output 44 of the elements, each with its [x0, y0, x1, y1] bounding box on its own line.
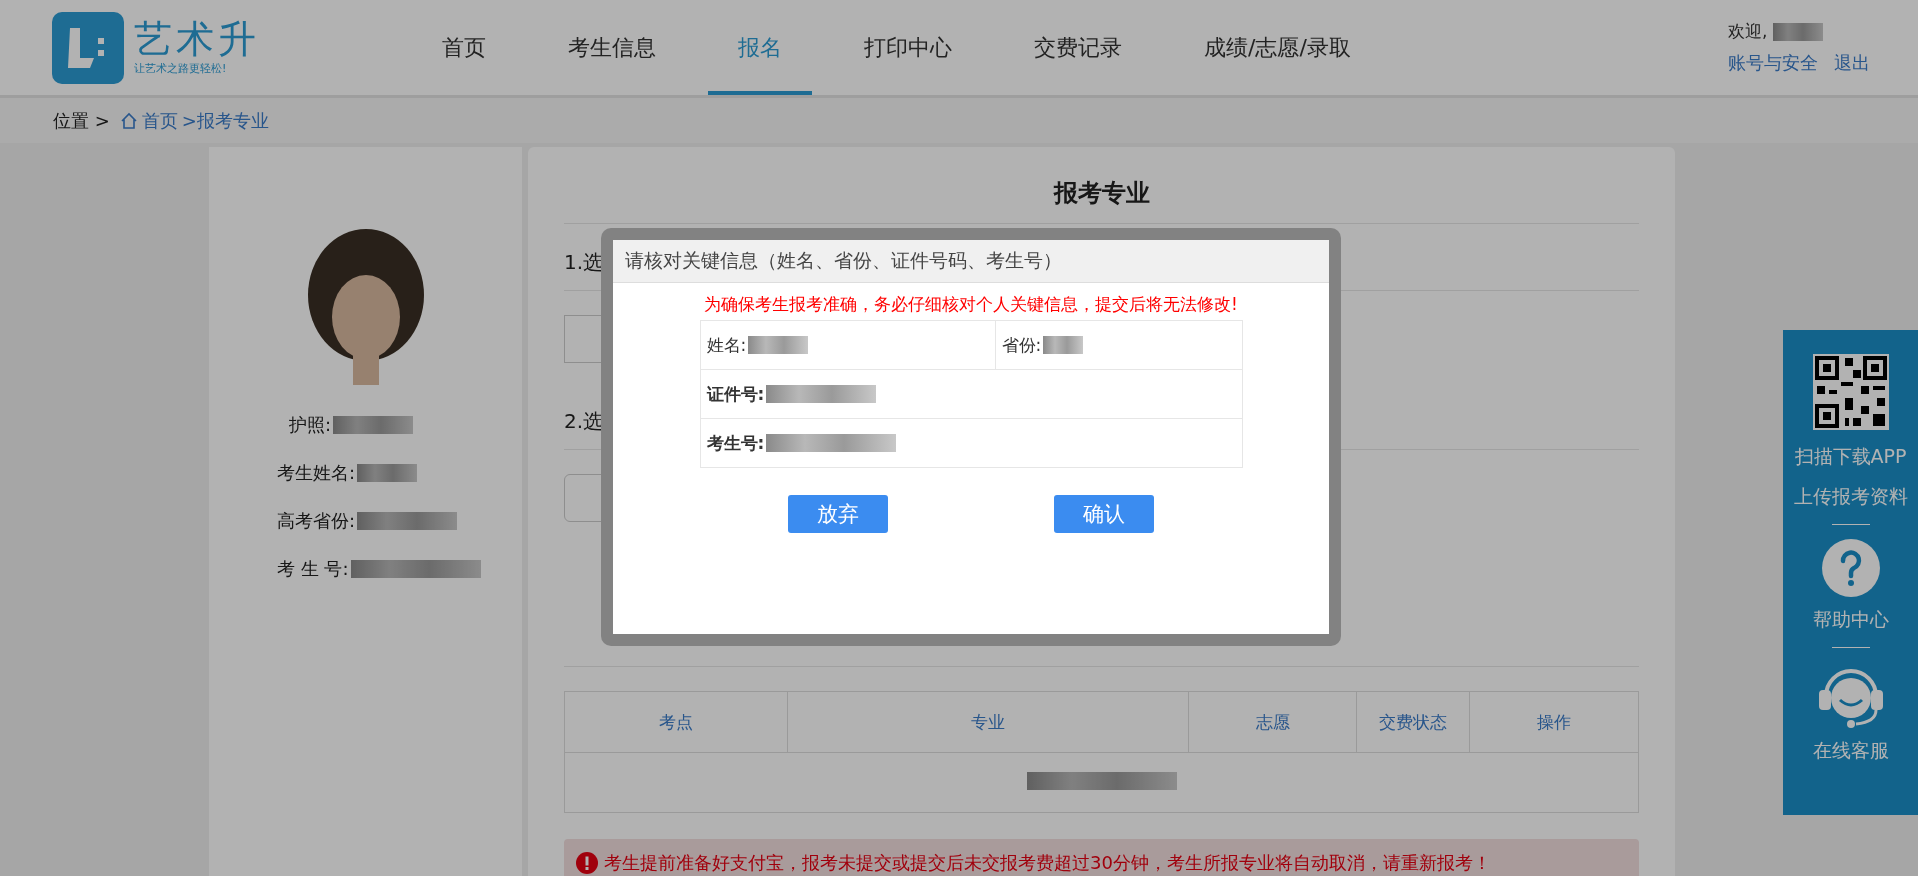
profile-label: 护照: — [289, 413, 332, 437]
dialog-title: 请核对关键信息（姓名、省份、证件号码、考生号） — [613, 240, 1329, 283]
sidebar-label[interactable]: 上传报考资料 — [1793, 484, 1908, 510]
breadcrumb-link[interactable]: >报考专业 — [181, 108, 269, 133]
warning-icon — [576, 852, 598, 874]
blurred-username — [1773, 22, 1824, 41]
help-icon[interactable] — [1821, 539, 1880, 597]
column-header: 考点 — [564, 691, 788, 753]
logo-icon — [52, 11, 124, 84]
sidebar-label[interactable]: 帮助中心 — [1812, 607, 1889, 633]
profile-label: 考生姓名: — [277, 461, 356, 485]
blurred-value — [357, 464, 418, 482]
info-label: 证件号: — [706, 382, 765, 406]
sidebar-label[interactable]: 在线客服 — [1812, 738, 1889, 764]
blurred-value — [1043, 336, 1084, 354]
nav-tab[interactable]: 首页 — [412, 4, 516, 95]
dialog-button[interactable]: 确认 — [1054, 495, 1154, 533]
alert-text: 考生提前准备好支付宝，报考未提交或提交后未交报考费超过30分钟，考生所报专业将自动取消，请重新报考！ — [604, 851, 1491, 875]
qr-code-icon[interactable] — [1812, 354, 1889, 430]
info-label: 省份: — [1001, 333, 1042, 357]
dialog-button[interactable]: 放弃 — [788, 495, 888, 533]
nav-tab[interactable]: 成绩/志愿/录取 — [1174, 4, 1381, 95]
breadcrumb-link[interactable]: 首页 — [141, 108, 178, 133]
logo-name: 艺术升 — [134, 19, 260, 61]
blurred-value — [748, 336, 809, 354]
column-header: 专业 — [787, 691, 1189, 753]
breadcrumb-label: 位置 > — [53, 108, 110, 133]
profile-label: 考 生 号: — [277, 557, 349, 581]
column-header: 交费状态 — [1356, 691, 1470, 753]
sidebar-label[interactable]: 扫描下载APP — [1794, 444, 1907, 470]
nav-tab[interactable]: 打印中心 — [834, 4, 982, 95]
warning-text: 为确保考生报考准确，务必仔细核对个人关键信息，提交后将无法修改! — [704, 293, 1238, 316]
welcome-text: 欢迎, — [1728, 20, 1768, 43]
nav-tab[interactable]: 交费记录 — [1004, 4, 1152, 95]
account-link[interactable]: 退出 — [1834, 51, 1870, 75]
column-header: 志愿 — [1188, 691, 1357, 753]
home-icon — [119, 111, 138, 130]
nav-tab[interactable]: 考生信息 — [538, 4, 686, 95]
profile-label: 高考省份: — [277, 509, 356, 533]
info-label: 姓名: — [706, 333, 747, 357]
logo-slogan: 让艺术之路更轻松! — [134, 60, 228, 76]
column-header: 操作 — [1469, 691, 1639, 753]
page-title: 报考专业 — [564, 177, 1639, 224]
account-link[interactable]: 账号与安全 — [1728, 51, 1818, 75]
